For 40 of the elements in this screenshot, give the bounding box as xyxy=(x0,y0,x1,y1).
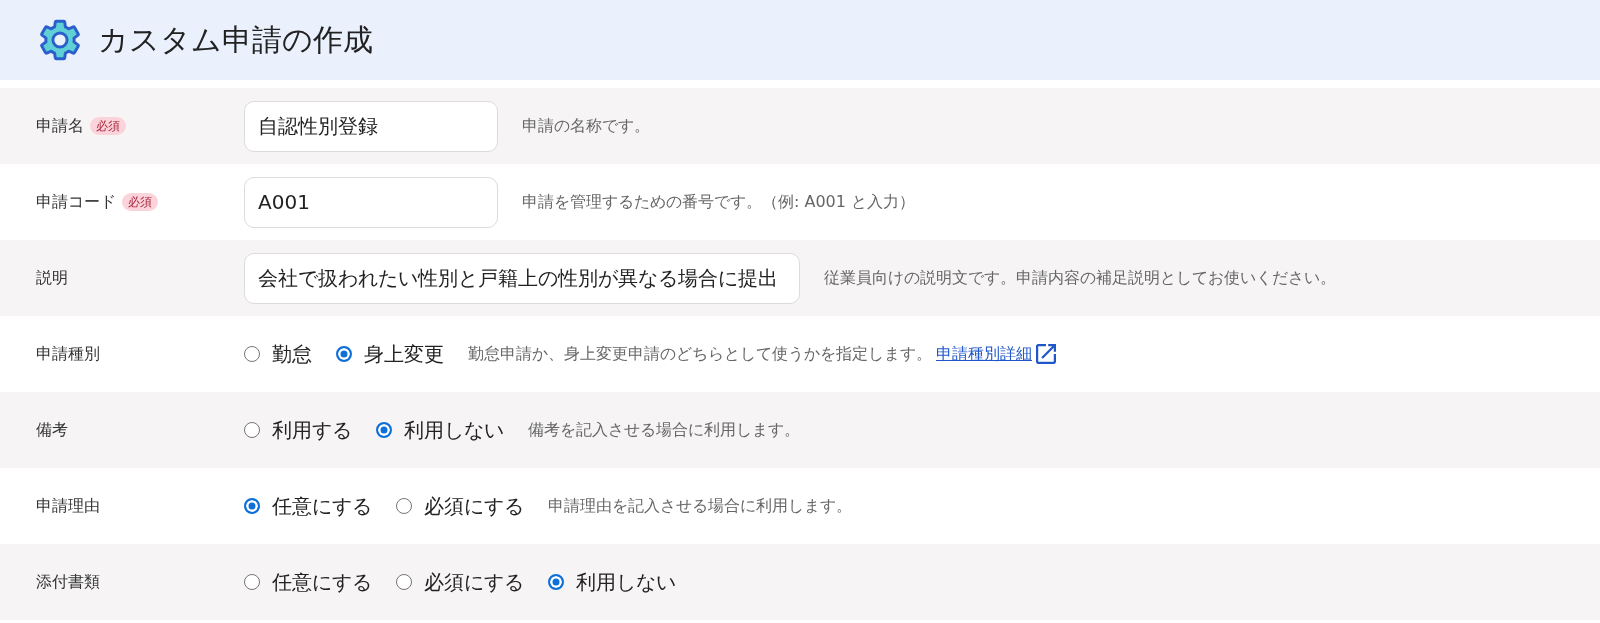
radio-button[interactable] xyxy=(244,422,260,438)
text-input[interactable]: 会社で扱われたい性別と戸籍上の性別が異なる場合に提出 xyxy=(244,252,800,304)
field-label: 添付書類 xyxy=(36,571,100,593)
radio-label[interactable]: 必須にする xyxy=(424,492,524,520)
field-hint: 備考を記入させる場合に利用します。 xyxy=(528,419,800,441)
radio-label[interactable]: 勤怠 xyxy=(272,340,312,368)
radio-label[interactable]: 利用しない xyxy=(404,416,504,444)
field-label: 申請理由 xyxy=(36,495,100,517)
field-hint: 申請の名称です。 xyxy=(522,115,650,137)
gear-icon xyxy=(40,19,80,61)
text-input[interactable]: 自認性別登録 xyxy=(244,100,498,152)
field-hint: 申請理由を記入させる場合に利用します。 xyxy=(548,495,852,517)
radio-label[interactable]: 利用する xyxy=(272,416,352,444)
radio-button[interactable] xyxy=(244,346,260,362)
radio-label[interactable]: 任意にする xyxy=(272,492,372,520)
radio-button[interactable] xyxy=(244,574,260,590)
required-badge: 必須 xyxy=(122,193,158,211)
field-label: 申請種別 xyxy=(36,343,100,365)
field-label: 説明 xyxy=(36,267,68,289)
radio-button[interactable] xyxy=(244,498,260,514)
radio-label[interactable]: 身上変更 xyxy=(364,340,444,368)
radio-label[interactable]: 必須にする xyxy=(424,568,524,596)
details-link[interactable]: 申請種別詳細 xyxy=(936,343,1056,365)
radio-button[interactable] xyxy=(396,574,412,590)
field-hint: 従業員向けの説明文です。申請内容の補足説明としてお使いください。 xyxy=(824,267,1336,289)
field-hint: 申請を管理するための番号です。（例: A001 と入力） xyxy=(522,191,916,213)
field-label: 備考 xyxy=(36,419,68,441)
external-link-icon[interactable] xyxy=(1036,344,1056,364)
text-input[interactable]: A001 xyxy=(244,176,498,228)
radio-button[interactable] xyxy=(396,498,412,514)
radio-label[interactable]: 任意にする xyxy=(272,568,372,596)
radio-button[interactable] xyxy=(548,574,564,590)
field-label: 申請名 xyxy=(36,115,84,137)
field-label: 申請コード xyxy=(36,191,116,213)
required-badge: 必須 xyxy=(90,117,126,135)
page-title: カスタム申請の作成 xyxy=(98,22,373,58)
radio-button[interactable] xyxy=(336,346,352,362)
radio-button[interactable] xyxy=(376,422,392,438)
radio-label[interactable]: 利用しない xyxy=(576,568,676,596)
field-hint: 勤怠申請か、身上変更申請のどちらとして使うかを指定します。 xyxy=(468,343,932,365)
